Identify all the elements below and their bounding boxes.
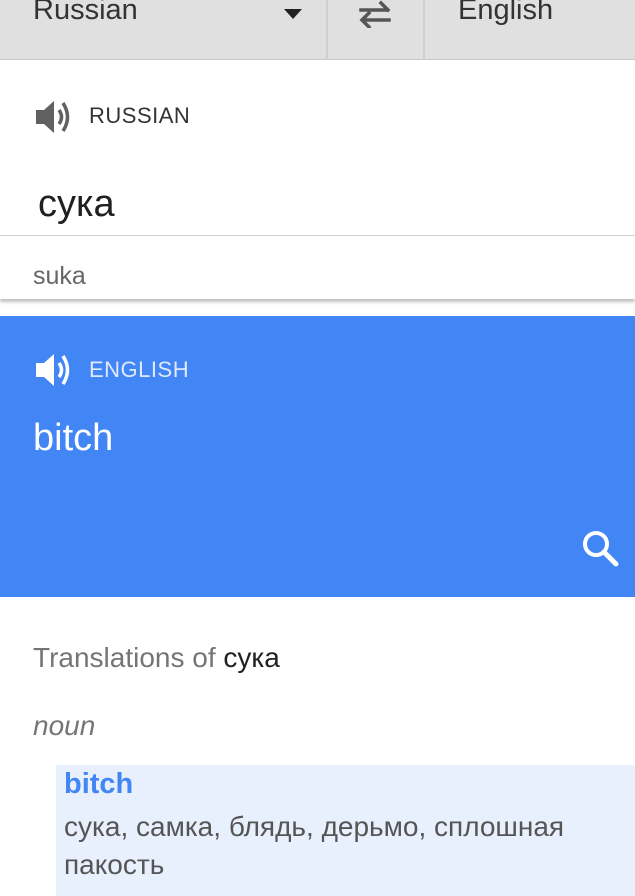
source-language-selector[interactable]: Russian [0, 0, 326, 60]
dictionary-entry[interactable]: bitch сука, самка, блядь, дерьмо, сплошн… [56, 765, 635, 896]
source-language-heading: RUSSIAN [89, 103, 191, 128]
part-of-speech: noun [33, 710, 96, 741]
swap-languages-button[interactable] [328, 0, 423, 60]
dictionary-title: Translations of сука [33, 642, 280, 674]
caret-down-icon [284, 9, 302, 19]
dictionary-entry-word[interactable]: bitch [64, 768, 133, 801]
speaker-icon[interactable] [34, 350, 74, 395]
target-language-heading: ENGLISH [89, 357, 190, 382]
target-language-selector[interactable]: English [425, 0, 635, 60]
source-language-label: Russian [33, 0, 138, 26]
source-card: RUSSIAN сука suka [0, 61, 635, 299]
dictionary-title-term: сука [223, 642, 280, 673]
dictionary-title-prefix: Translations of [33, 642, 216, 673]
target-language-label: English [458, 0, 554, 26]
translated-text: bitch [33, 417, 114, 459]
speaker-icon[interactable] [34, 97, 74, 142]
translation-result-card[interactable]: ENGLISH bitch [0, 316, 635, 597]
source-text-input[interactable]: сука [38, 183, 115, 226]
swap-arrows-icon [359, 0, 391, 28]
search-icon[interactable] [580, 528, 622, 575]
transliteration: suka [33, 262, 86, 290]
language-bar: Russian English [0, 0, 635, 60]
dictionary-entry-synonyms: сука, самка, блядь, дерьмо, сплошная пак… [64, 811, 565, 880]
divider [0, 235, 635, 236]
